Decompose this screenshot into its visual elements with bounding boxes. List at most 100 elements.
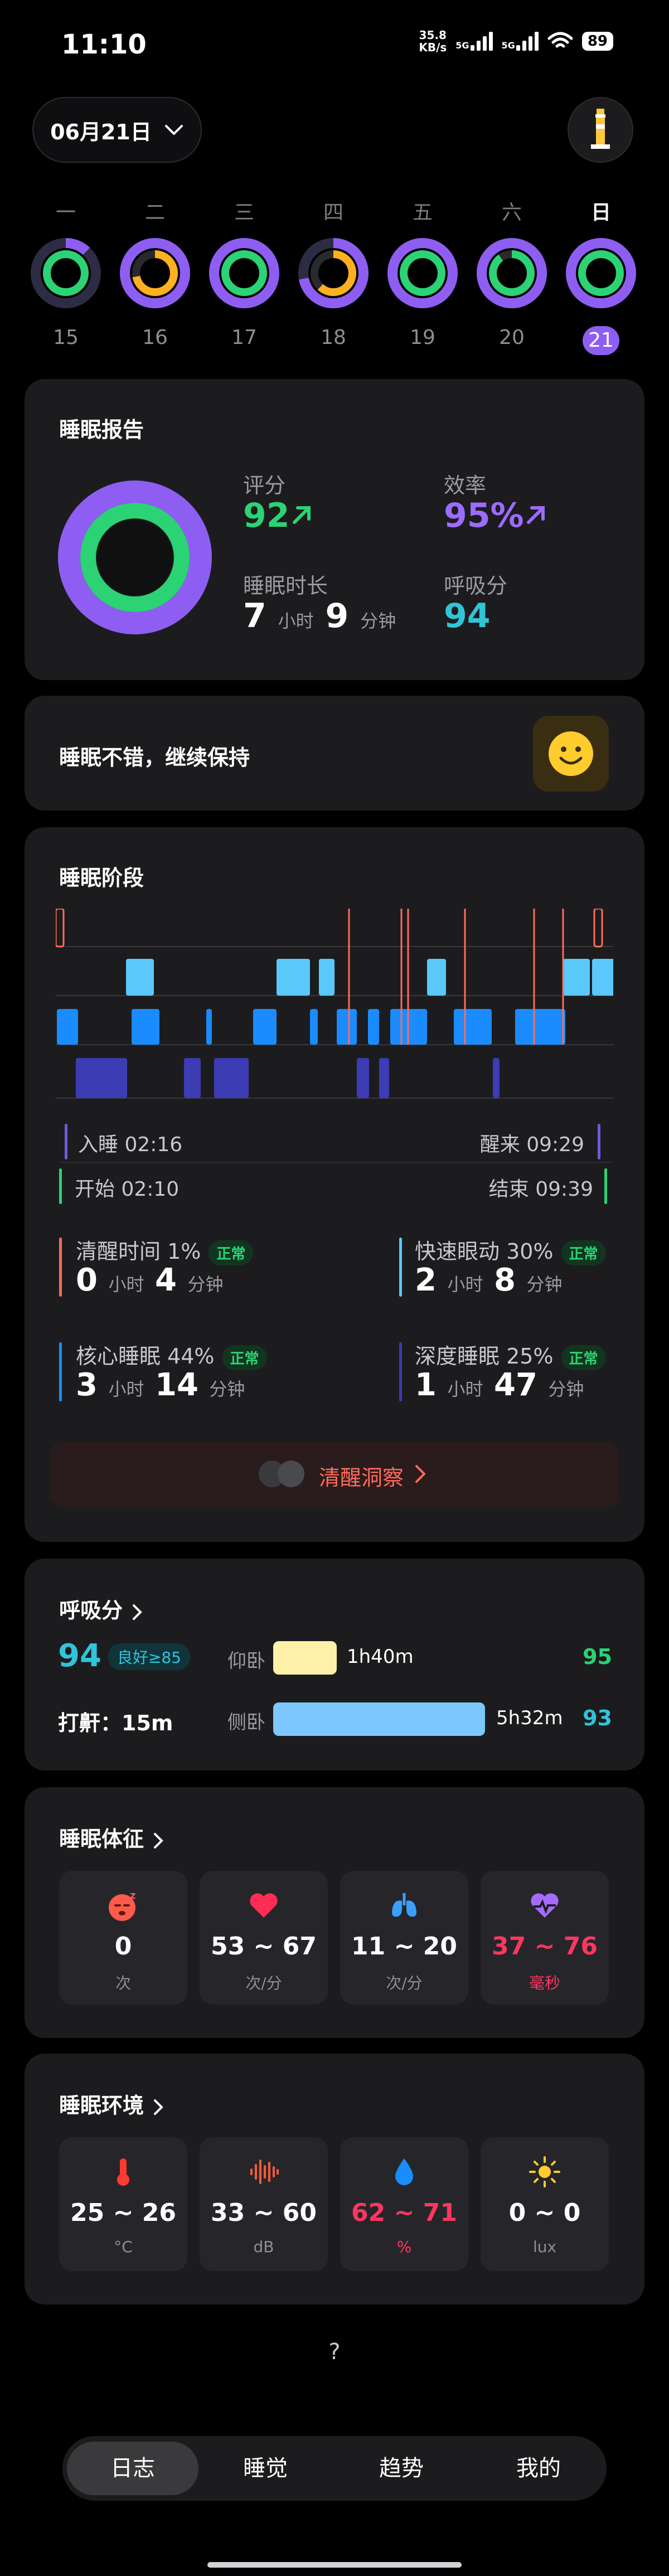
- status-icons: 35.8 KB/s 5G 5G 89: [419, 29, 613, 54]
- day-number[interactable]: 16: [116, 326, 194, 349]
- stage-segment-awake: [56, 909, 65, 948]
- network-speed: 35.8 KB/s: [419, 28, 447, 54]
- stage-segment-core: [515, 1009, 565, 1045]
- stage-segment-rem: [427, 959, 446, 996]
- stage-segment-deep: [214, 1058, 249, 1098]
- weekday-label: 一: [55, 201, 76, 224]
- weekday-label: 五: [412, 201, 433, 224]
- sleep-message: 睡眠不错，继续保持: [59, 745, 250, 770]
- lighthouse-icon: [591, 109, 610, 149]
- home-indicator[interactable]: [207, 2562, 462, 2568]
- awake-insight-button[interactable]: 清醒洞察: [50, 1442, 619, 1507]
- stage-segment-rem: [563, 959, 590, 996]
- lighthouse-button[interactable]: [568, 97, 633, 163]
- tile-value: 0: [114, 1932, 132, 1961]
- stage-segment-core: [132, 1009, 159, 1045]
- duration-label: 睡眠时长: [243, 574, 328, 598]
- sleep-stages-card[interactable]: 睡眠阶段 入睡 02:16 醒来 09:29 开始 02:10 结束 09:39…: [25, 827, 644, 1542]
- sun-icon: [481, 2155, 609, 2189]
- sleep-report-card[interactable]: 睡眠报告 评分 92 效率 95% 睡眠时长 7 小时 9 分钟 呼吸分 94: [25, 379, 644, 680]
- insight-label: 清醒洞察: [319, 1466, 404, 1490]
- weekday-label: 日: [590, 201, 611, 224]
- chevron-right-icon: [154, 2099, 163, 2115]
- tile-value: 53 ~ 67: [211, 1932, 317, 1961]
- sleep-stage-chart: [56, 909, 613, 1099]
- day-ring-button[interactable]: [473, 234, 551, 312]
- vitals-tile[interactable]: 53 ~ 67 次/分: [200, 1871, 328, 2005]
- environment-tile[interactable]: 33 ~ 60 dB: [200, 2137, 328, 2271]
- tile-unit: lux: [532, 2238, 557, 2256]
- status-badge: 良好≥85: [108, 1643, 191, 1670]
- avatar: [278, 1461, 304, 1487]
- day-ring-button[interactable]: [384, 234, 462, 312]
- day-number[interactable]: 17: [205, 326, 283, 349]
- help-button[interactable]: ?: [323, 2339, 346, 2365]
- smile-icon: [549, 731, 593, 776]
- lungs-icon: [340, 1889, 468, 1922]
- chevron-right-icon: [133, 1604, 142, 1620]
- tile-unit: °C: [114, 2238, 133, 2256]
- day-ring-button[interactable]: [116, 234, 194, 312]
- vitals-tile[interactable]: z 0 次: [59, 1871, 187, 2005]
- day-ring-icon: [120, 238, 190, 308]
- stage-segment-core: [337, 1009, 357, 1045]
- day-number[interactable]: 21: [562, 326, 640, 355]
- rem-label: 快速眼动 30% 正常: [415, 1234, 606, 1265]
- awake-label: 清醒时间 1% 正常: [76, 1234, 254, 1265]
- day-number[interactable]: 15: [27, 326, 105, 349]
- sleep-message-card: 睡眠不错，继续保持: [25, 696, 644, 811]
- day-number[interactable]: 18: [294, 326, 372, 349]
- core-label: 核心睡眠 44% 正常: [76, 1339, 267, 1370]
- breath-score-card[interactable]: 呼吸分 94 良好≥85 仰卧 1h40m 95 打鼾：15m 侧卧 5h32m…: [25, 1559, 644, 1770]
- tile-value: 11 ~ 20: [351, 1932, 457, 1961]
- supine-bar: [273, 1641, 337, 1675]
- day-ring-button[interactable]: [27, 234, 105, 312]
- day-ring-button[interactable]: [205, 234, 283, 312]
- battery-indicator: 89: [581, 32, 613, 51]
- stage-segment-core: [206, 1009, 212, 1045]
- card-title: 睡眠体征: [59, 1822, 164, 1852]
- thermometer-icon: [59, 2155, 187, 2189]
- day-number[interactable]: 20: [473, 326, 551, 349]
- day-ring-button[interactable]: [562, 234, 640, 312]
- rem-duration: 2 小时 8 分钟: [415, 1262, 563, 1298]
- bottom-navigation: 日志 睡觉 趋势 我的: [62, 2436, 607, 2501]
- sleep-vitals-card[interactable]: 睡眠体征 z 0 次 53 ~ 67 次/分 11 ~ 20 次/分 37 ~ 76 毫秒: [25, 1787, 644, 2038]
- efficiency-label: 效率: [444, 473, 487, 498]
- signal-icon: [470, 32, 493, 51]
- nav-tab[interactable]: 睡觉: [200, 2436, 331, 2501]
- sleep-environment-card[interactable]: 睡眠环境 25 ~ 26 °C 33 ~ 60 dB 62 ~ 71% 0 ~ 0 lux: [25, 2054, 644, 2305]
- tile-value: 37 ~ 76: [492, 1932, 598, 1961]
- vitals-tile[interactable]: 37 ~ 76 毫秒: [481, 1871, 609, 2005]
- date-selector[interactable]: 06月21日: [32, 97, 202, 163]
- supine-score: 95: [583, 1644, 612, 1669]
- side-bar: [273, 1702, 485, 1736]
- deep-label: 深度睡眠 25% 正常: [415, 1339, 606, 1370]
- vitals-tile[interactable]: 11 ~ 20 次/分: [340, 1871, 468, 2005]
- chevron-down-icon: [164, 125, 183, 135]
- duration-value: 7 小时 9 分钟: [243, 596, 396, 635]
- weekday-label: 四: [323, 201, 343, 224]
- weekday-label: 三: [234, 201, 254, 224]
- nav-tab[interactable]: 趋势: [336, 2436, 467, 2501]
- nav-tab[interactable]: 我的: [473, 2436, 604, 2501]
- environment-tile[interactable]: 62 ~ 71%: [340, 2137, 468, 2271]
- side-label: 侧卧: [227, 1711, 265, 1734]
- card-title: 睡眠环境: [59, 2088, 164, 2119]
- stage-segment-deep: [493, 1058, 500, 1098]
- day-ring-button[interactable]: [294, 234, 372, 312]
- supine-time: 1h40m: [347, 1646, 414, 1668]
- tile-value: 62 ~ 71: [351, 2199, 457, 2227]
- svg-text:z: z: [130, 1890, 135, 1901]
- tile-value: 0 ~ 0: [508, 2199, 581, 2227]
- score-value: 92: [243, 496, 314, 535]
- tile-unit: 次: [115, 1974, 131, 1992]
- stage-segment-deep: [184, 1058, 201, 1098]
- chevron-right-icon: [154, 1832, 163, 1849]
- environment-tile[interactable]: 0 ~ 0 lux: [481, 2137, 609, 2271]
- environment-tile[interactable]: 25 ~ 26 °C: [59, 2137, 187, 2271]
- sleep-face-icon: z: [59, 1889, 187, 1922]
- stage-segment-core: [253, 1009, 277, 1045]
- day-number[interactable]: 19: [384, 326, 462, 349]
- nav-tab[interactable]: 日志: [67, 2442, 198, 2495]
